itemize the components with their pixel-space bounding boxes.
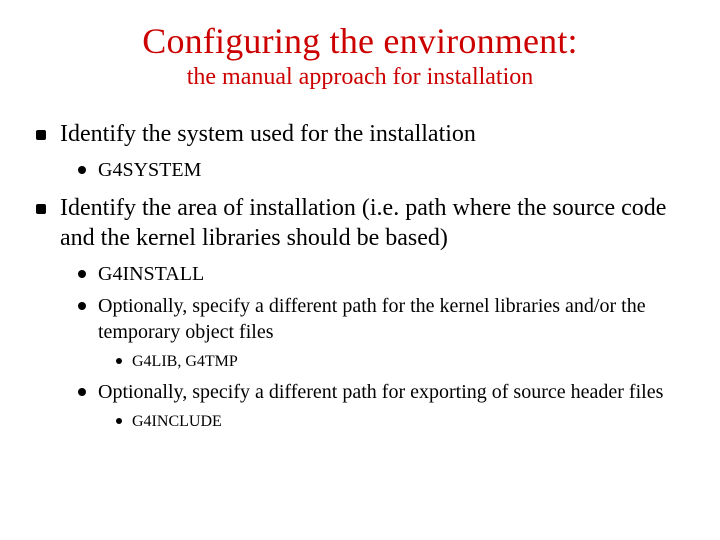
list-item-text: G4INSTALL [98,263,204,285]
list-item: G4SYSTEM [60,157,690,183]
list-item: G4INSTALL [60,261,690,287]
list-item: Identify the system used for the install… [30,119,690,183]
list-item: Identify the area of installation (i.e. … [30,193,690,432]
list-item-text: G4LIB, G4TMP [132,353,238,370]
slide-subtitle: the manual approach for installation [30,64,690,91]
list-item-text: Identify the system used for the install… [60,121,476,147]
list-item-text: Optionally, specify a different path for… [98,295,646,343]
list-item: Optionally, specify a different path for… [60,379,690,433]
slide-title: Configuring the environment: [30,20,690,62]
list-item: G4INCLUDE [98,411,690,433]
list-item-text: G4SYSTEM [98,159,201,181]
list-item: G4LIB, G4TMP [98,351,690,373]
list-item-text: G4INCLUDE [132,413,222,430]
list-item-text: Identify the area of installation (i.e. … [60,195,666,251]
list-item: Optionally, specify a different path for… [60,293,690,373]
bullet-list: Identify the system used for the install… [30,119,690,432]
list-item-text: Optionally, specify a different path for… [98,381,663,403]
